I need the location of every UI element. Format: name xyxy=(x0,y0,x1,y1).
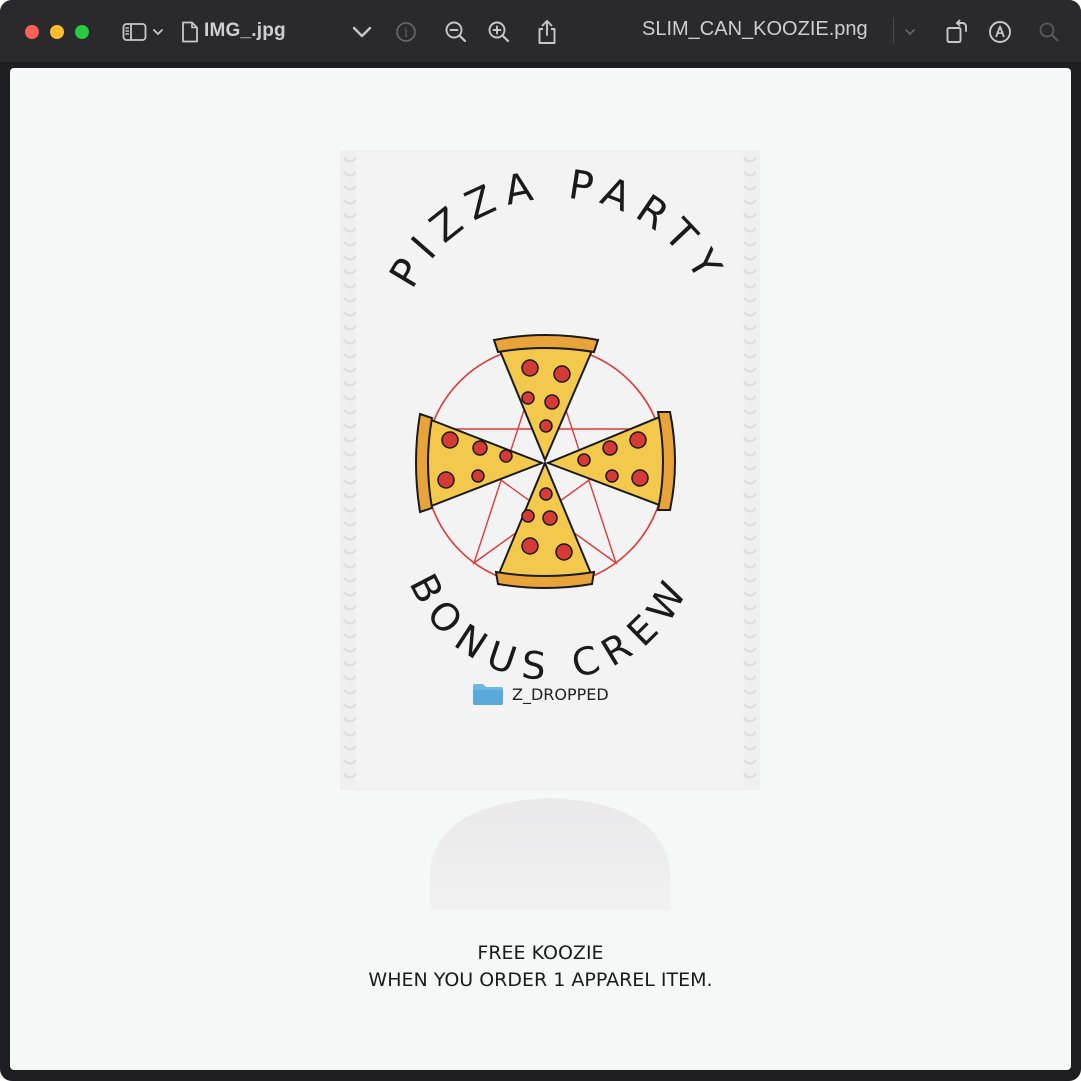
options-button[interactable] xyxy=(900,18,920,46)
folder-item[interactable]: Z_DROPPED xyxy=(472,682,609,706)
document-title[interactable]: IMG_.jpg xyxy=(204,20,286,42)
preview-window: IMG_.jpg i SLIM_CAN_KOOZIE.png PIZZA PAR… xyxy=(0,0,1081,1081)
sidebar-toggle-button[interactable] xyxy=(122,18,166,46)
chevron-down-icon xyxy=(352,26,372,38)
zoom-in-button[interactable] xyxy=(486,18,512,46)
document-icon xyxy=(180,18,200,46)
search-button[interactable] xyxy=(1037,18,1061,46)
info-button[interactable]: i xyxy=(394,18,418,46)
zoom-in-icon xyxy=(488,21,510,43)
info-icon: i xyxy=(396,22,416,42)
share-icon xyxy=(538,20,556,44)
rotate-icon xyxy=(946,19,967,43)
zoom-window-button[interactable] xyxy=(75,25,89,39)
share-button[interactable] xyxy=(535,18,559,46)
pizza-slice-bottom xyxy=(494,460,596,589)
sidebar-toggle-icon xyxy=(122,23,163,41)
close-window-button[interactable] xyxy=(25,25,39,39)
top-arc-text: PIZZA PARTY xyxy=(381,162,735,296)
zoom-out-icon xyxy=(445,21,467,43)
pizza-artwork: PIZZA PARTY BONUS CREW xyxy=(381,162,735,690)
title-bar: IMG_.jpg i SLIM_CAN_KOOZIE.png xyxy=(0,0,1081,62)
rotate-button[interactable] xyxy=(944,18,970,46)
markup-icon xyxy=(989,21,1011,43)
caption-line-2: WHEN YOU ORDER 1 APPAREL ITEM. xyxy=(368,969,713,991)
minimize-window-button[interactable] xyxy=(50,25,64,39)
svg-text:i: i xyxy=(404,26,408,40)
search-icon xyxy=(1039,22,1059,42)
chevron-down-icon xyxy=(905,29,915,36)
zoom-out-button[interactable] xyxy=(443,18,469,46)
markup-button[interactable] xyxy=(987,18,1013,46)
pizza-slice-top xyxy=(492,334,600,463)
toolbar-divider xyxy=(893,18,894,44)
caption-line-1: FREE KOOZIE xyxy=(477,942,604,964)
folder-icon xyxy=(473,684,503,705)
image-canvas: PIZZA PARTY BONUS CREW Z_DROPPED FREE KO… xyxy=(10,68,1071,1070)
folder-label: Z_DROPPED xyxy=(512,684,609,704)
more-button[interactable] xyxy=(350,18,374,46)
file-title: SLIM_CAN_KOOZIE.png xyxy=(642,18,868,40)
